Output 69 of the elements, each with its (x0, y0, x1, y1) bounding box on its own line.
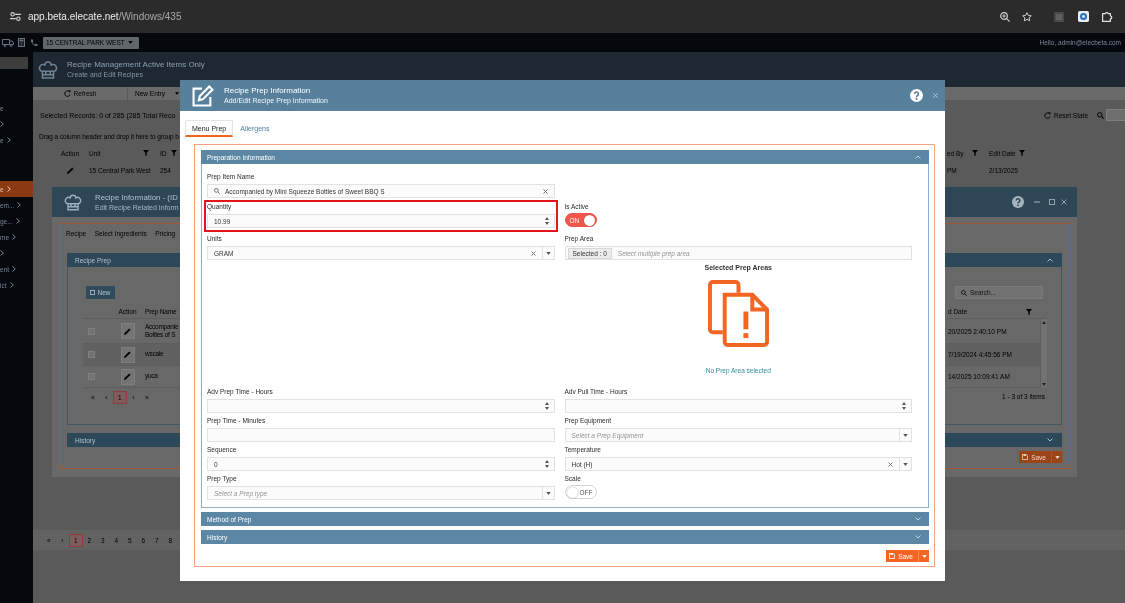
add-icon (90, 290, 96, 295)
caret-icon[interactable] (545, 251, 551, 255)
pencil-icon[interactable] (66, 166, 74, 174)
sidebar-search-field[interactable] (0, 57, 28, 69)
caret-icon (921, 554, 927, 558)
search-field[interactable] (1106, 109, 1125, 121)
search-icon (1097, 111, 1104, 119)
pencil-icon (124, 373, 131, 380)
clear-icon[interactable] (542, 188, 548, 194)
clear-icon[interactable] (530, 250, 536, 256)
row-checkbox[interactable] (88, 351, 95, 358)
text-field[interactable] (207, 428, 555, 442)
filter-icon[interactable] (971, 150, 978, 156)
pencil-icon (124, 327, 131, 335)
zoom-icon[interactable] (1000, 11, 1010, 22)
caret-icon (1054, 455, 1060, 459)
row-checkbox[interactable] (88, 373, 95, 380)
row-checkbox[interactable] (88, 327, 95, 335)
star-icon[interactable] (1022, 11, 1032, 22)
spinner-icon[interactable] (902, 402, 906, 410)
page-title: Recipe Management Active Items Only (67, 59, 205, 70)
pencil-icon (124, 351, 131, 358)
filter-icon[interactable] (1018, 150, 1025, 156)
number-field[interactable] (564, 399, 912, 413)
spinner-icon[interactable] (544, 402, 549, 410)
filter-icon[interactable] (170, 150, 177, 156)
scroll-up-icon[interactable] (1042, 321, 1046, 324)
close-icon[interactable] (933, 93, 938, 98)
caret-icon[interactable] (903, 462, 908, 466)
scroll-down-icon[interactable] (1042, 383, 1046, 386)
tile-icon[interactable] (1054, 11, 1064, 22)
phone-icon[interactable] (30, 38, 38, 47)
number-field[interactable] (207, 399, 555, 413)
edit-icon (192, 84, 214, 107)
edit-button[interactable] (120, 368, 135, 385)
chef-hat-icon (64, 193, 82, 211)
maximize-icon[interactable] (1049, 199, 1055, 205)
scrollbar[interactable] (1040, 319, 1047, 388)
close-icon[interactable] (1061, 199, 1067, 205)
calculator-icon[interactable] (18, 38, 25, 47)
caret-icon (175, 92, 179, 95)
refresh-icon (1044, 111, 1052, 119)
search-icon (961, 289, 967, 296)
caret-icon[interactable] (903, 433, 908, 437)
save-icon (889, 553, 896, 559)
save-icon (1022, 454, 1029, 460)
filter-icon[interactable] (1026, 308, 1032, 315)
ring-icon[interactable] (1078, 11, 1089, 22)
search-icon (214, 188, 220, 194)
chef-hat-icon (38, 60, 58, 79)
puzzle-icon[interactable] (1102, 11, 1113, 22)
save-menu-button[interactable] (918, 550, 929, 562)
refresh-icon (63, 90, 71, 97)
spinner-icon[interactable] (544, 217, 549, 225)
documents-warning-icon (707, 280, 769, 347)
caret-icon (127, 41, 133, 44)
help-icon[interactable] (1012, 196, 1024, 208)
help-icon[interactable] (910, 89, 923, 102)
dialog-title: Recipe Prep Information (224, 86, 312, 96)
edit-button[interactable] (120, 346, 135, 363)
clear-icon[interactable] (888, 461, 893, 467)
edit-button[interactable] (120, 323, 135, 339)
site-info-icon[interactable] (10, 12, 21, 21)
save-menu-button[interactable] (1051, 451, 1062, 463)
address-bar-url[interactable]: app.beta.elecate.net/Windows/435 (28, 11, 182, 22)
filter-icon[interactable] (143, 150, 149, 156)
caret-icon[interactable] (545, 491, 551, 495)
spinner-icon[interactable] (544, 460, 549, 468)
truck-icon[interactable] (2, 38, 14, 47)
